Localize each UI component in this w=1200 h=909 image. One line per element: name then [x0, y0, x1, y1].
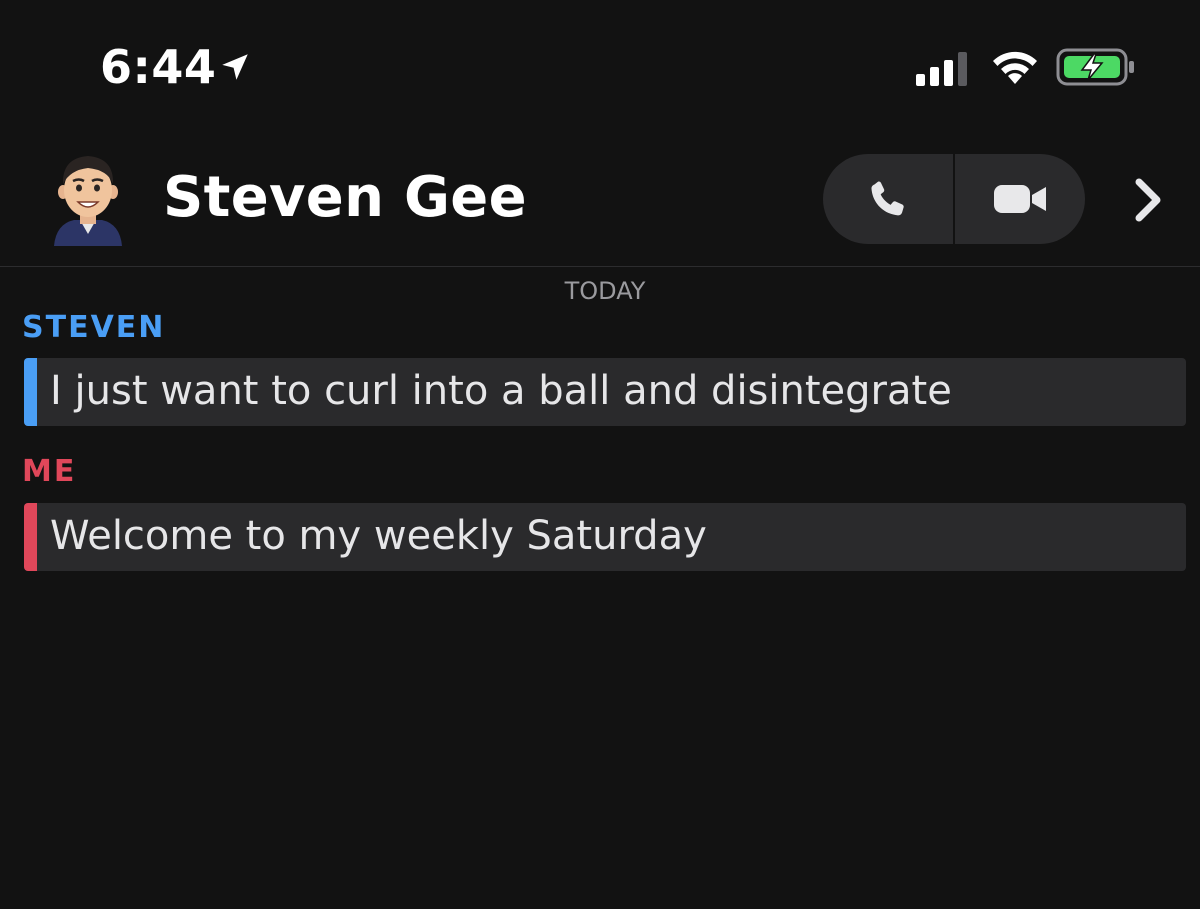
chevron-right-icon	[1135, 178, 1161, 222]
video-call-button[interactable]	[955, 154, 1085, 244]
message-accent-bar	[24, 503, 37, 571]
status-time: 6:44	[100, 40, 217, 94]
video-camera-icon	[994, 185, 1046, 213]
voice-call-button[interactable]	[823, 154, 953, 244]
sender-label: ME	[22, 454, 77, 489]
cellular-signal-icon	[916, 52, 967, 86]
phone-icon	[871, 181, 904, 216]
message-accent-bar	[24, 358, 37, 426]
battery-charging-icon	[1056, 48, 1134, 86]
location-arrow-icon	[222, 54, 248, 80]
bitmoji-avatar[interactable]	[46, 150, 130, 246]
chat-message[interactable]: Welcome to my weekly Saturday	[24, 503, 1186, 571]
wifi-icon	[993, 51, 1037, 84]
chat-message[interactable]: I just want to curl into a ball and disi…	[24, 358, 1186, 426]
sender-label: STEVEN	[22, 310, 166, 345]
date-divider: TODAY	[564, 277, 646, 305]
chat-header: Steven Gee	[0, 130, 1200, 267]
chat-details-button[interactable]	[1120, 170, 1176, 230]
call-actions	[823, 154, 1085, 244]
status-bar: 6:44	[0, 0, 1200, 130]
contact-name[interactable]: Steven Gee	[163, 166, 527, 230]
message-text: Welcome to my weekly Saturday	[50, 513, 707, 559]
message-text: I just want to curl into a ball and disi…	[50, 368, 952, 414]
